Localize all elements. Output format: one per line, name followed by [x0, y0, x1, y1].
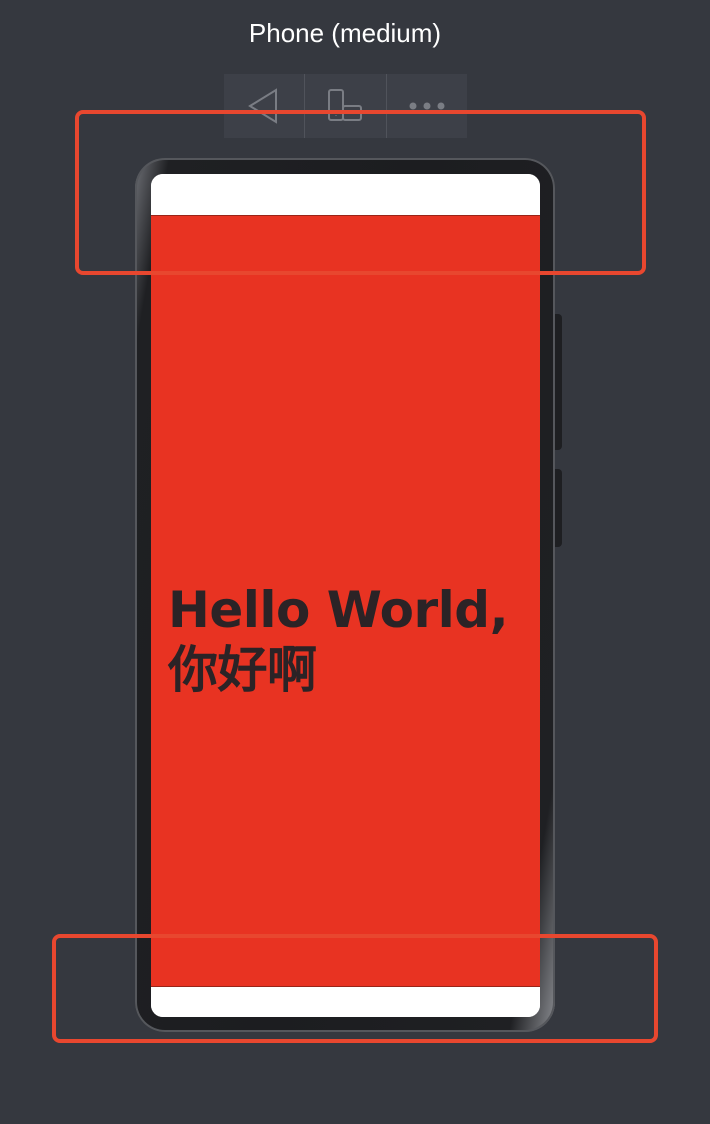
phone-screen: Hello World, 你好啊: [151, 174, 540, 1017]
app-content: Hello World, 你好啊: [151, 216, 540, 986]
device-title: Phone (medium): [248, 18, 442, 48]
highlight-bottom-system-bar: [52, 934, 658, 1043]
hello-line-2: 你好啊: [168, 641, 317, 699]
hello-line-1: Hello World,: [168, 581, 509, 639]
hello-text: Hello World, 你好啊: [168, 580, 528, 700]
highlight-top-system-bar: [75, 110, 646, 275]
